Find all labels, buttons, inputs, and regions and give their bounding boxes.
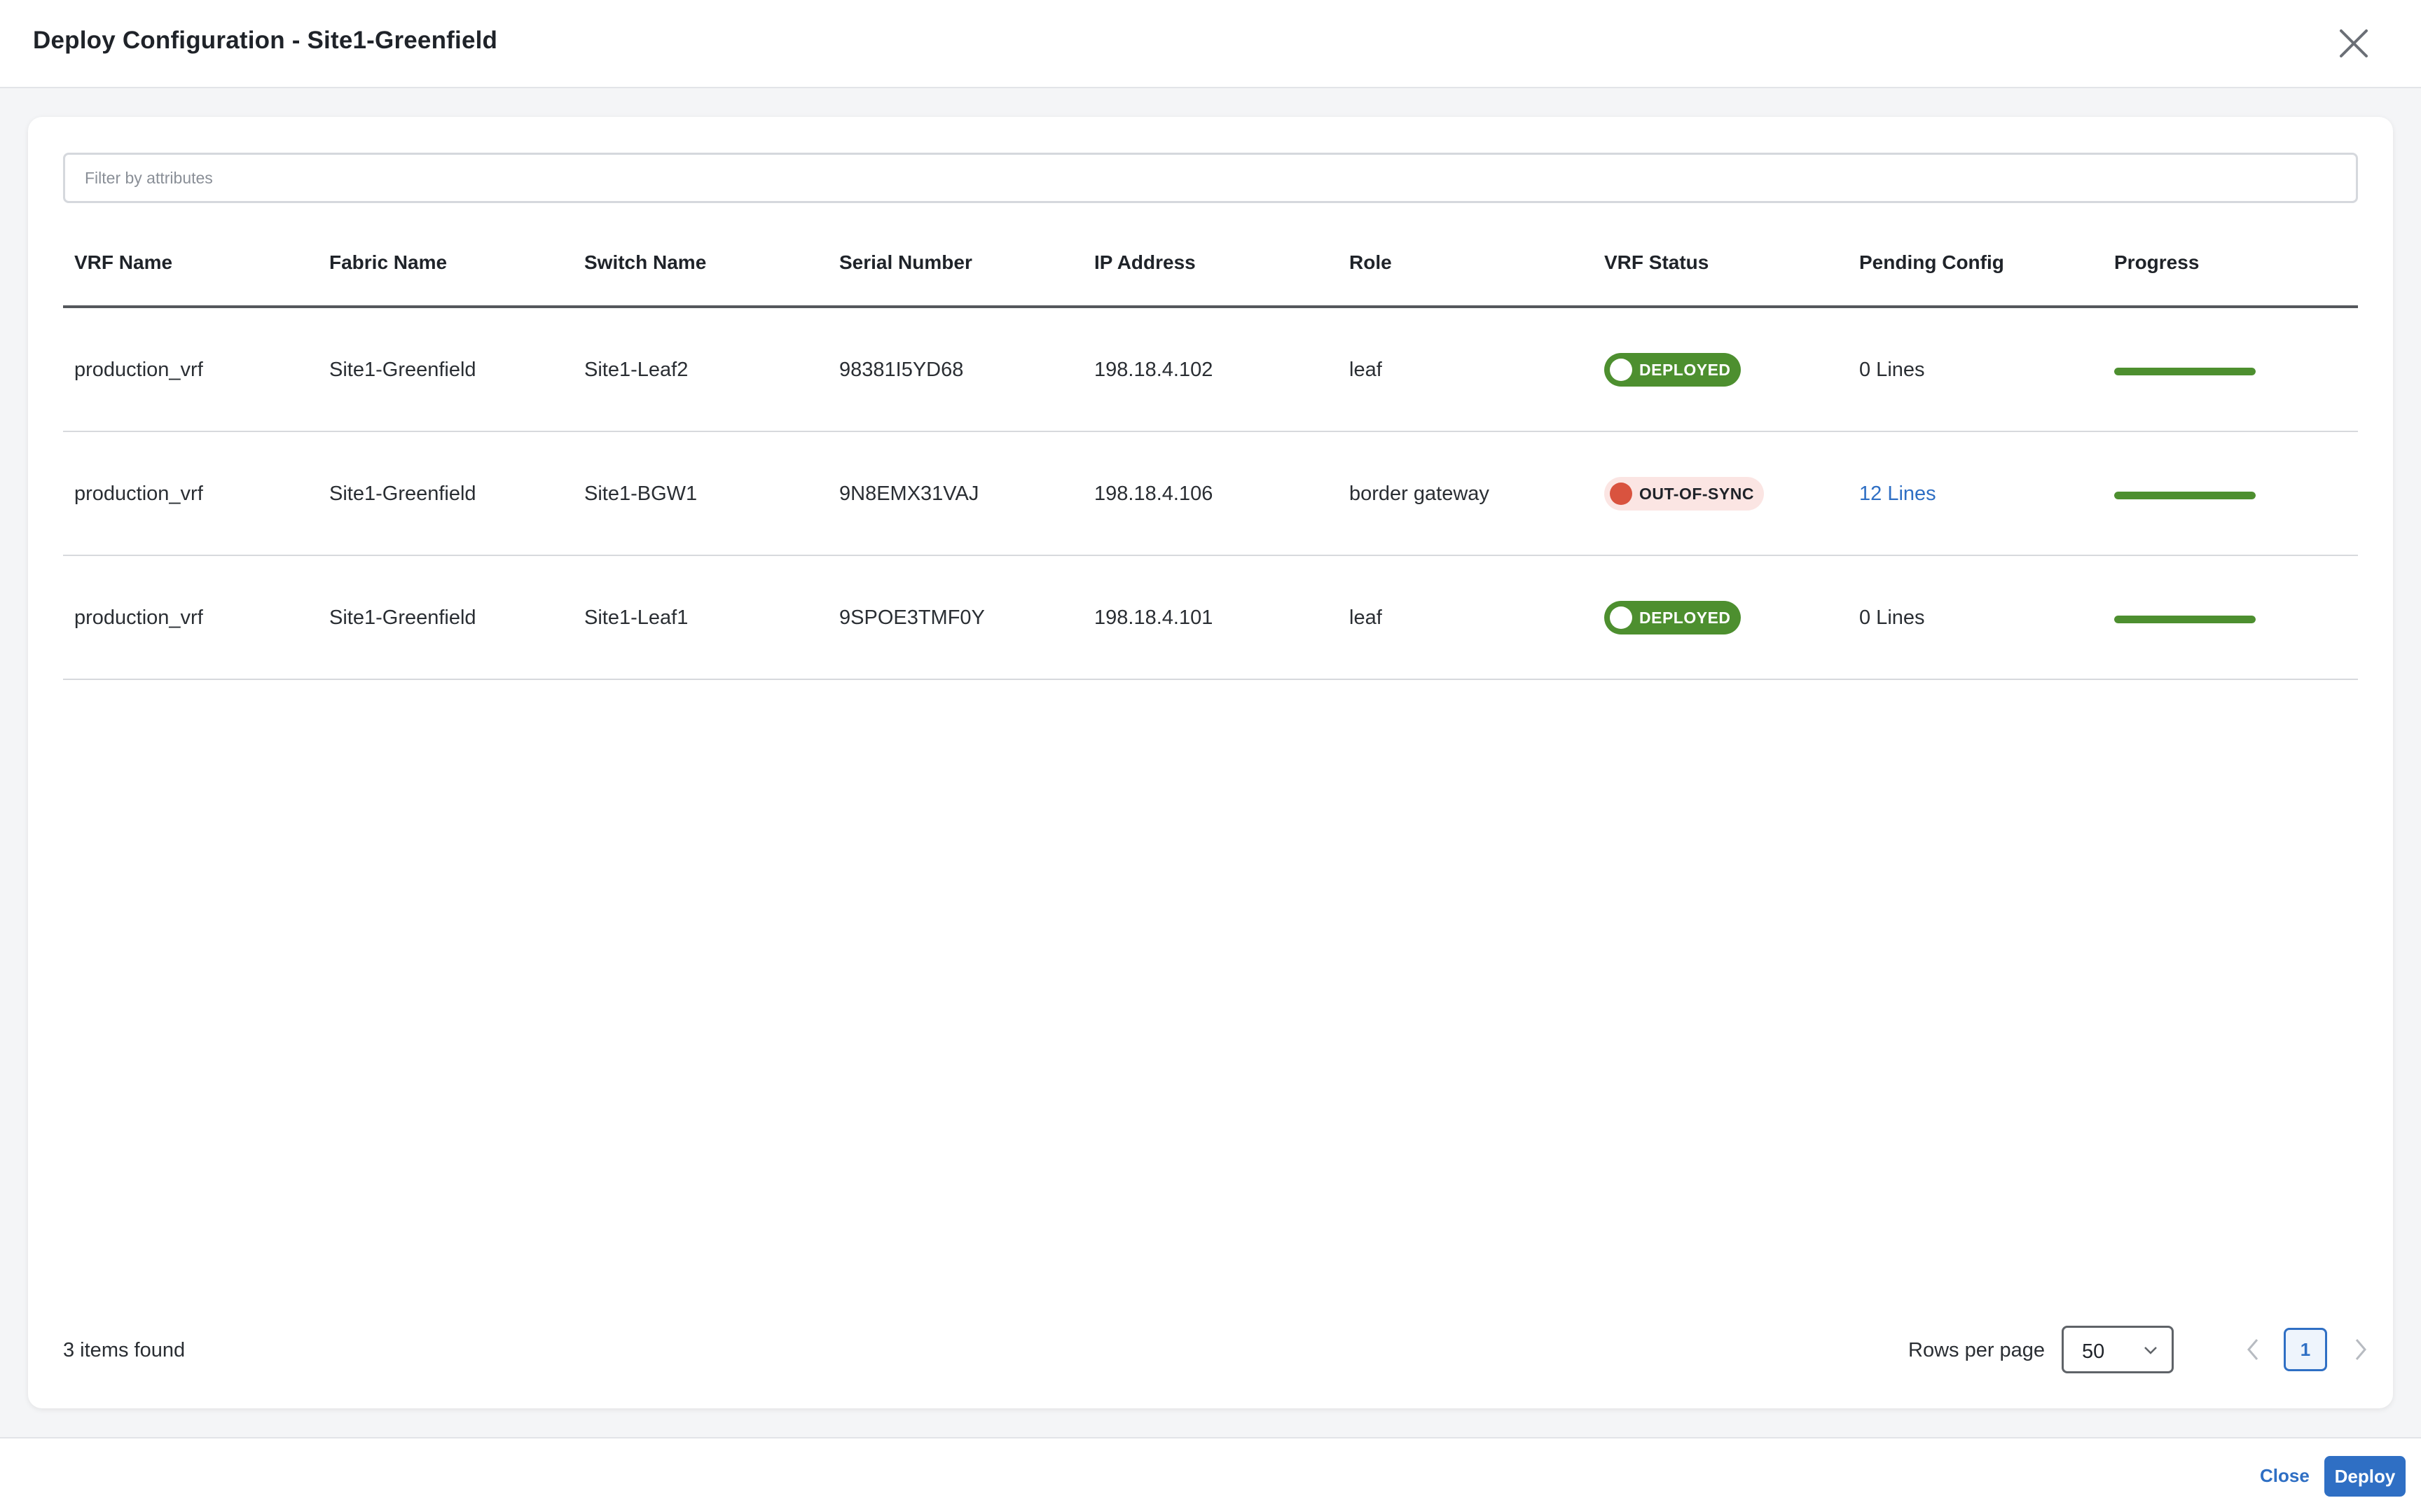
page-number-button[interactable]: 1 — [2284, 1328, 2327, 1371]
role-cell: border gateway — [1349, 483, 1489, 505]
rows-per-page-value: 50 — [2082, 1340, 2105, 1363]
table-row[interactable]: production_vrf Site1-Greenfield Site1-Le… — [63, 556, 2358, 680]
progress-bar — [2114, 492, 2256, 499]
status-badge: OUT-OF-SYNC — [1604, 477, 1764, 511]
chevron-left-icon[interactable] — [2239, 1334, 2267, 1365]
ip-address-cell: 198.18.4.106 — [1094, 483, 1213, 505]
table-row[interactable]: production_vrf Site1-Greenfield Site1-BG… — [63, 432, 2358, 556]
progress-bar-fill — [2114, 492, 2256, 499]
column-header-serial-number[interactable]: Serial Number — [839, 251, 972, 274]
status-dot-icon — [1610, 359, 1632, 381]
status-badge: DEPLOYED — [1604, 353, 1741, 387]
content-card: VRF Name Fabric Name Switch Name Serial … — [28, 117, 2393, 1408]
filter-input[interactable] — [63, 153, 2358, 203]
serial-number-cell: 9SPOE3TMF0Y — [839, 606, 985, 629]
ip-address-cell: 198.18.4.102 — [1094, 359, 1213, 381]
dialog-title: Deploy Configuration - Site1-Greenfield — [33, 27, 498, 54]
chevron-down-icon — [2144, 1347, 2157, 1354]
vrf-name-cell: production_vrf — [74, 359, 203, 381]
status-badge-label: DEPLOYED — [1639, 360, 1731, 379]
dialog-header: Deploy Configuration - Site1-Greenfield — [0, 0, 2421, 88]
vrf-name-cell: production_vrf — [74, 606, 203, 629]
status-badge-label: OUT-OF-SYNC — [1639, 484, 1754, 503]
deploy-button[interactable]: Deploy — [2324, 1456, 2406, 1497]
progress-bar — [2114, 368, 2256, 375]
pending-config-link[interactable]: 12 Lines — [1859, 483, 1936, 506]
column-header-pending-config[interactable]: Pending Config — [1859, 251, 2004, 274]
table-row[interactable]: production_vrf Site1-Greenfield Site1-Le… — [63, 308, 2358, 432]
column-header-switch-name[interactable]: Switch Name — [584, 251, 706, 274]
status-badge-label: DEPLOYED — [1639, 608, 1731, 627]
progress-bar-fill — [2114, 368, 2256, 375]
rows-per-page-select[interactable]: 50 — [2062, 1326, 2174, 1373]
close-button[interactable]: Close — [2260, 1465, 2310, 1487]
progress-bar — [2114, 616, 2256, 623]
serial-number-cell: 98381I5YD68 — [839, 359, 964, 381]
status-dot-icon — [1610, 606, 1632, 629]
switch-name-cell: Site1-Leaf2 — [584, 359, 689, 381]
items-found-count: 3 items found — [63, 1339, 186, 1361]
fabric-name-cell: Site1-Greenfield — [329, 606, 476, 629]
column-header-fabric-name[interactable]: Fabric Name — [329, 251, 447, 274]
fabric-name-cell: Site1-Greenfield — [329, 483, 476, 505]
pending-config-cell: 0 Lines — [1859, 359, 1925, 381]
pending-config-cell: 0 Lines — [1859, 606, 1925, 629]
progress-bar-fill — [2114, 616, 2256, 623]
column-header-ip-address[interactable]: IP Address — [1094, 251, 1196, 274]
ip-address-cell: 198.18.4.101 — [1094, 606, 1213, 629]
switch-name-cell: Site1-BGW1 — [584, 483, 698, 505]
fabric-name-cell: Site1-Greenfield — [329, 359, 476, 381]
column-header-progress[interactable]: Progress — [2114, 251, 2199, 274]
rows-per-page-label: Rows per page — [1908, 1339, 2046, 1361]
column-header-vrf-name[interactable]: VRF Name — [74, 251, 172, 274]
status-dot-icon — [1610, 483, 1632, 505]
vrf-name-cell: production_vrf — [74, 483, 203, 505]
switch-name-cell: Site1-Leaf1 — [584, 606, 689, 629]
column-header-role[interactable]: Role — [1349, 251, 1392, 274]
status-badge: DEPLOYED — [1604, 601, 1741, 634]
column-header-vrf-status[interactable]: VRF Status — [1604, 251, 1709, 274]
role-cell: leaf — [1349, 606, 1382, 629]
dialog-footer: Close Deploy — [0, 1437, 2421, 1512]
deploy-table: VRF Name Fabric Name Switch Name Serial … — [63, 222, 2358, 680]
close-icon[interactable] — [2336, 25, 2372, 62]
table-header: VRF Name Fabric Name Switch Name Serial … — [63, 222, 2358, 308]
chevron-right-icon[interactable] — [2347, 1334, 2375, 1365]
deploy-configuration-dialog: Deploy Configuration - Site1-Greenfield … — [0, 0, 2421, 1512]
serial-number-cell: 9N8EMX31VAJ — [839, 483, 979, 505]
role-cell: leaf — [1349, 359, 1382, 381]
